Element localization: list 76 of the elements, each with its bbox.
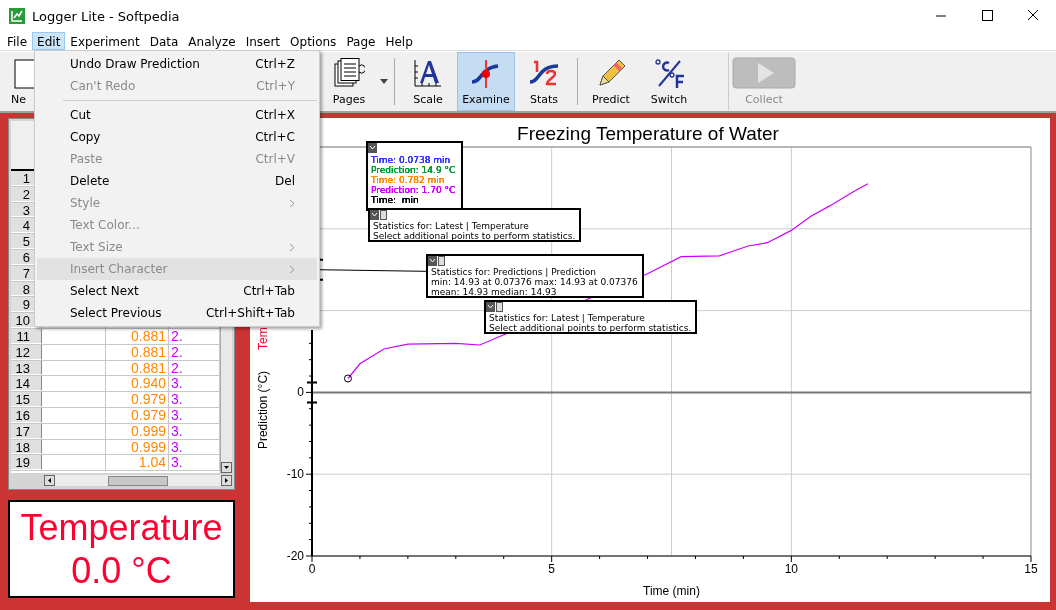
toolbar-button[interactable]: Stats xyxy=(515,52,573,111)
x-tick-label: 15 xyxy=(1024,562,1038,576)
unit-switch-icon xyxy=(653,58,685,90)
y-tick-label: -10 xyxy=(286,467,304,482)
pin-icon[interactable] xyxy=(438,256,445,266)
toolbar-button[interactable]: Ne xyxy=(10,52,34,111)
table-cell: 0.979 xyxy=(106,407,169,423)
readout-line: Prediction: 1.70 °C xyxy=(371,185,456,195)
pin-icon[interactable] xyxy=(380,210,387,220)
y-axis-label: Prediction (°C) xyxy=(256,370,270,450)
x-tick-label: 0 xyxy=(308,562,316,576)
statistics-line: Statistics for: Latest | Temperature xyxy=(373,221,529,231)
error-bar-icon xyxy=(306,381,318,404)
x-tick-label: 10 xyxy=(784,562,798,576)
statistics-line: Statistics for: Latest | Temperature xyxy=(489,313,645,323)
scrollbar-thumb[interactable] xyxy=(108,475,168,486)
collapse-icon[interactable] xyxy=(368,143,377,153)
table-cell: 0.999 xyxy=(106,423,169,439)
scroll-down-icon[interactable] xyxy=(221,462,232,473)
row-number: 19 xyxy=(11,455,42,471)
scroll-right-icon[interactable] xyxy=(221,475,232,486)
toolbar-button[interactable]: Predict xyxy=(582,52,640,111)
graph-title: Freezing Temperature of Water xyxy=(517,123,779,144)
y-axis-label: Tem xyxy=(256,327,270,350)
y-tick-label: 0 xyxy=(297,385,304,400)
statistics-line: mean: 14.93 median: 14.93 xyxy=(431,287,557,297)
menu-option[interactable]: Undo Draw Prediction Ctrl+Z xyxy=(37,53,317,75)
x-axis-label: Time (min) xyxy=(643,584,700,598)
statistics-line: Statistics for: Predictions | Prediction xyxy=(431,267,596,277)
menu-item[interactable]: Options xyxy=(285,32,342,50)
collapse-icon[interactable] xyxy=(486,302,495,312)
menu-item[interactable]: Analyze xyxy=(183,32,241,50)
readout-line: Time: 0.0738 min xyxy=(371,155,451,165)
table-cell: 0.881 xyxy=(106,360,169,376)
examine-marker xyxy=(343,374,352,383)
readout-line: Prediction: 14.9 °C xyxy=(371,165,456,175)
scroll-left-icon[interactable] xyxy=(44,475,55,486)
meter-reading: 0.0 °C xyxy=(71,549,172,592)
toolbar-button[interactable]: Examine xyxy=(457,52,515,111)
menu-item[interactable]: Experiment xyxy=(65,32,145,50)
statistics-line: Select additional points to perform statistics. xyxy=(373,231,576,241)
statistics-line: Select additional points to perform statistics. xyxy=(489,323,692,333)
scale-icon xyxy=(412,58,444,90)
toolbar-button[interactable]: Switch xyxy=(640,52,698,111)
menu-item[interactable]: File xyxy=(2,32,33,50)
table-cell: 0.940 xyxy=(106,376,169,392)
toolbar-button[interactable]: Pages xyxy=(320,52,378,111)
pin-icon[interactable] xyxy=(496,302,503,312)
menu-item[interactable]: Help xyxy=(380,32,418,50)
menu-option[interactable]: Cut Ctrl+X xyxy=(37,104,317,126)
app-icon xyxy=(8,7,26,25)
table-cell: 0.979 xyxy=(106,392,169,407)
row-number: 14 xyxy=(11,376,42,392)
table-cell: 0.881 xyxy=(106,344,169,360)
table-cell: 0.999 xyxy=(106,439,169,455)
collapse-icon[interactable] xyxy=(370,210,379,220)
window-title: Logger Lite - Softpedia xyxy=(32,8,181,24)
toolbar-button[interactable]: Scale xyxy=(399,52,457,111)
readout-line: Time: 0.782 min xyxy=(371,175,445,185)
collapse-icon[interactable] xyxy=(428,256,437,266)
menu-item[interactable]: Page xyxy=(341,32,381,50)
caret-icon[interactable] xyxy=(380,79,388,84)
pages-icon xyxy=(333,58,365,90)
x-tick-label: 5 xyxy=(548,562,555,576)
statistics-line: min: 14.93 at 0.07376 max: 14.93 at 0.07376 xyxy=(431,277,638,287)
meter-label: Temperature xyxy=(20,506,223,549)
readout-line: Time: min xyxy=(371,195,419,205)
table-cell: 1.04 xyxy=(106,455,169,471)
table-cell: 0.881 xyxy=(106,328,169,344)
menu-item[interactable]: Data xyxy=(144,32,184,50)
play-icon xyxy=(732,56,796,90)
row-number: 15 xyxy=(11,392,42,407)
menu-item[interactable]: Insert xyxy=(240,32,286,50)
y-tick-label: -20 xyxy=(286,549,304,563)
menu-item[interactable]: Edit xyxy=(32,32,66,50)
menu-option[interactable]: Copy Ctrl+C xyxy=(37,126,317,148)
